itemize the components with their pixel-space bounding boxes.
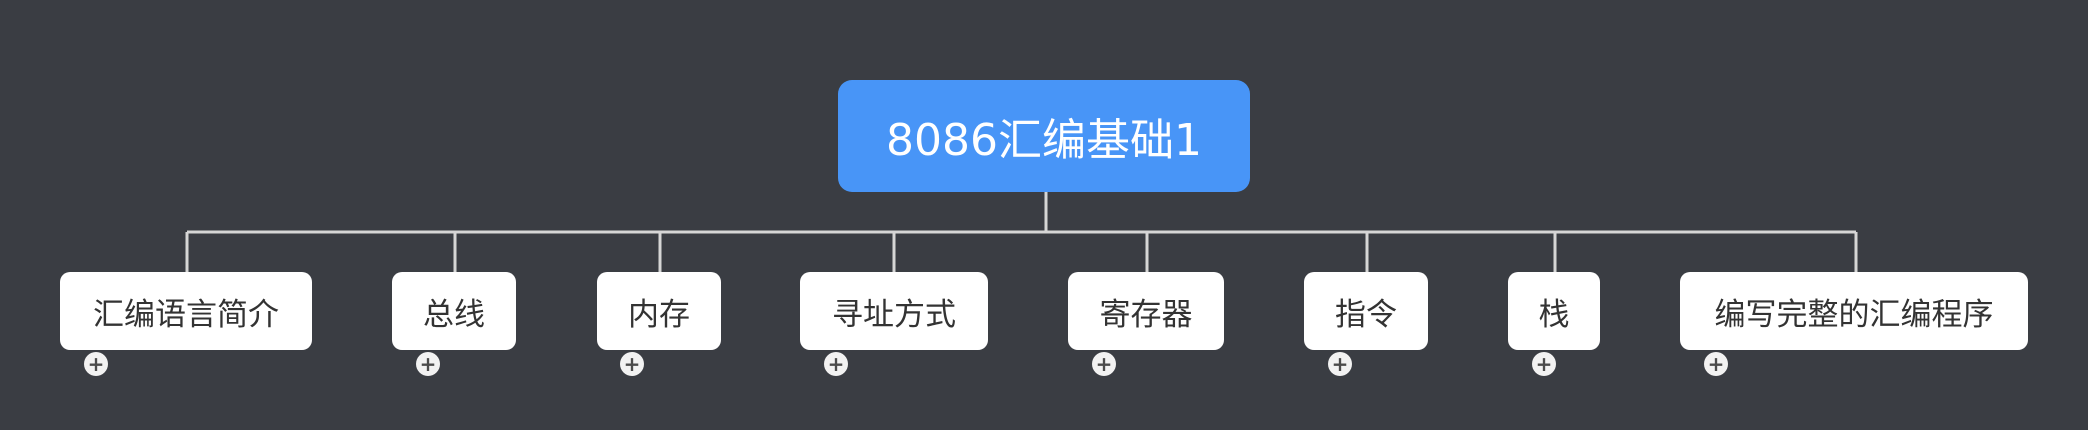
topic-assembly-intro[interactable]: 汇编语言简介 [60,272,312,350]
topic-stack[interactable]: 栈 [1508,272,1600,350]
expand-icon[interactable]: + [1328,352,1352,376]
connector-lines [185,192,1858,272]
expand-icon[interactable]: + [416,352,440,376]
expand-icon[interactable]: + [824,352,848,376]
topic-instructions[interactable]: 指令 [1304,272,1428,350]
topic-addressing-modes[interactable]: 寻址方式 [800,272,988,350]
expand-icon[interactable]: + [620,352,644,376]
topic-complete-program[interactable]: 编写完整的汇编程序 [1680,272,2028,350]
expand-icon[interactable]: + [1092,352,1116,376]
topic-memory[interactable]: 内存 [597,272,721,350]
root-topic[interactable]: 8086汇编基础1 [838,80,1250,192]
expand-icon[interactable]: + [1532,352,1556,376]
topic-registers[interactable]: 寄存器 [1068,272,1224,350]
topic-bus[interactable]: 总线 [392,272,516,350]
mindmap-canvas: 8086汇编基础1 汇编语言简介 总线 内存 寻址方式 寄存器 指令 栈 编写完… [0,0,2088,430]
expand-icon[interactable]: + [1704,352,1728,376]
expand-icon[interactable]: + [84,352,108,376]
